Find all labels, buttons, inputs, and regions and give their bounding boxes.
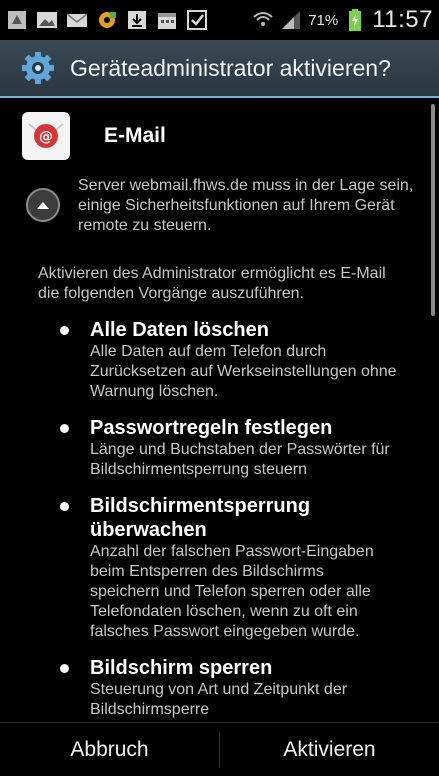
policy-title: Passwortregeln festlegen: [90, 417, 333, 439]
dialog-button-bar: Abbruch Aktivieren: [0, 722, 439, 776]
dialog-title-bar: Geräteadministrator aktivieren?: [0, 40, 439, 98]
chevron-up-icon[interactable]: [26, 188, 60, 222]
app-name: E-Mail: [104, 124, 166, 147]
settings-gear-icon: [20, 50, 56, 86]
status-indicators: 71% 11:57: [252, 6, 433, 34]
app-header: @ E-Mail: [22, 112, 166, 160]
cancel-button[interactable]: Abbruch: [0, 723, 219, 776]
dialog-title: Geräteadministrator aktivieren?: [70, 54, 391, 81]
checkbox-icon: [186, 9, 208, 31]
svg-text:@: @: [39, 129, 53, 145]
battery-icon: [344, 9, 366, 31]
policy-description: Steuerung von Art und Zeitpunkt der Bild…: [90, 681, 348, 718]
status-bar: 71% 11:57: [0, 0, 439, 40]
server-info-text: Server webmail.fhws.de muss in der Lage …: [78, 177, 414, 234]
bullet-icon: [60, 502, 69, 511]
notification-icons: [6, 9, 208, 31]
server-info: Server webmail.fhws.de muss in der Lage …: [26, 176, 426, 236]
gallery-icon: [36, 9, 58, 31]
policy-title: Alle Daten löschen: [90, 319, 269, 341]
policy-item: Bildschirmentsperrung überwachen Anzahl …: [60, 494, 390, 642]
policy-description: Alle Daten auf dem Telefon durch Zurücks…: [90, 343, 397, 400]
bullet-icon: [60, 664, 69, 673]
policy-item: Alle Daten löschen Alle Daten auf dem Te…: [60, 318, 410, 402]
email-icon: [66, 9, 88, 31]
signal-icon: [280, 9, 302, 31]
dialog-content[interactable]: @ E-Mail Server webmail.fhws.de muss in …: [0, 100, 439, 722]
intro-text: Aktivieren des Administrator ermöglicht …: [38, 265, 386, 302]
download-icon: [126, 9, 148, 31]
activate-button[interactable]: Aktivieren: [220, 723, 439, 776]
email-app-icon: @: [22, 112, 70, 160]
bullet-icon: [60, 326, 69, 335]
policy-description: Länge und Buchstaben der Passwörter für …: [90, 441, 390, 478]
usb-icon: [6, 9, 28, 31]
policy-title: Bildschirm sperren: [90, 657, 273, 679]
clock: 11:57: [372, 6, 433, 33]
calendar-icon: [156, 9, 178, 31]
battery-percent: 71%: [308, 11, 339, 29]
policy-item: Passwortregeln festlegen Länge und Buchs…: [60, 416, 410, 480]
scrollbar[interactable]: [431, 104, 435, 316]
policy-description: Anzahl der falschen Passwort-Eingaben be…: [90, 543, 374, 640]
bullet-icon: [60, 424, 69, 433]
settings-gear-icon: [96, 9, 118, 31]
wifi-icon: [252, 9, 274, 31]
policy-item: Bildschirm sperren Steuerung von Art und…: [60, 656, 410, 720]
policy-title: Bildschirmentsperrung überwachen: [90, 495, 311, 541]
